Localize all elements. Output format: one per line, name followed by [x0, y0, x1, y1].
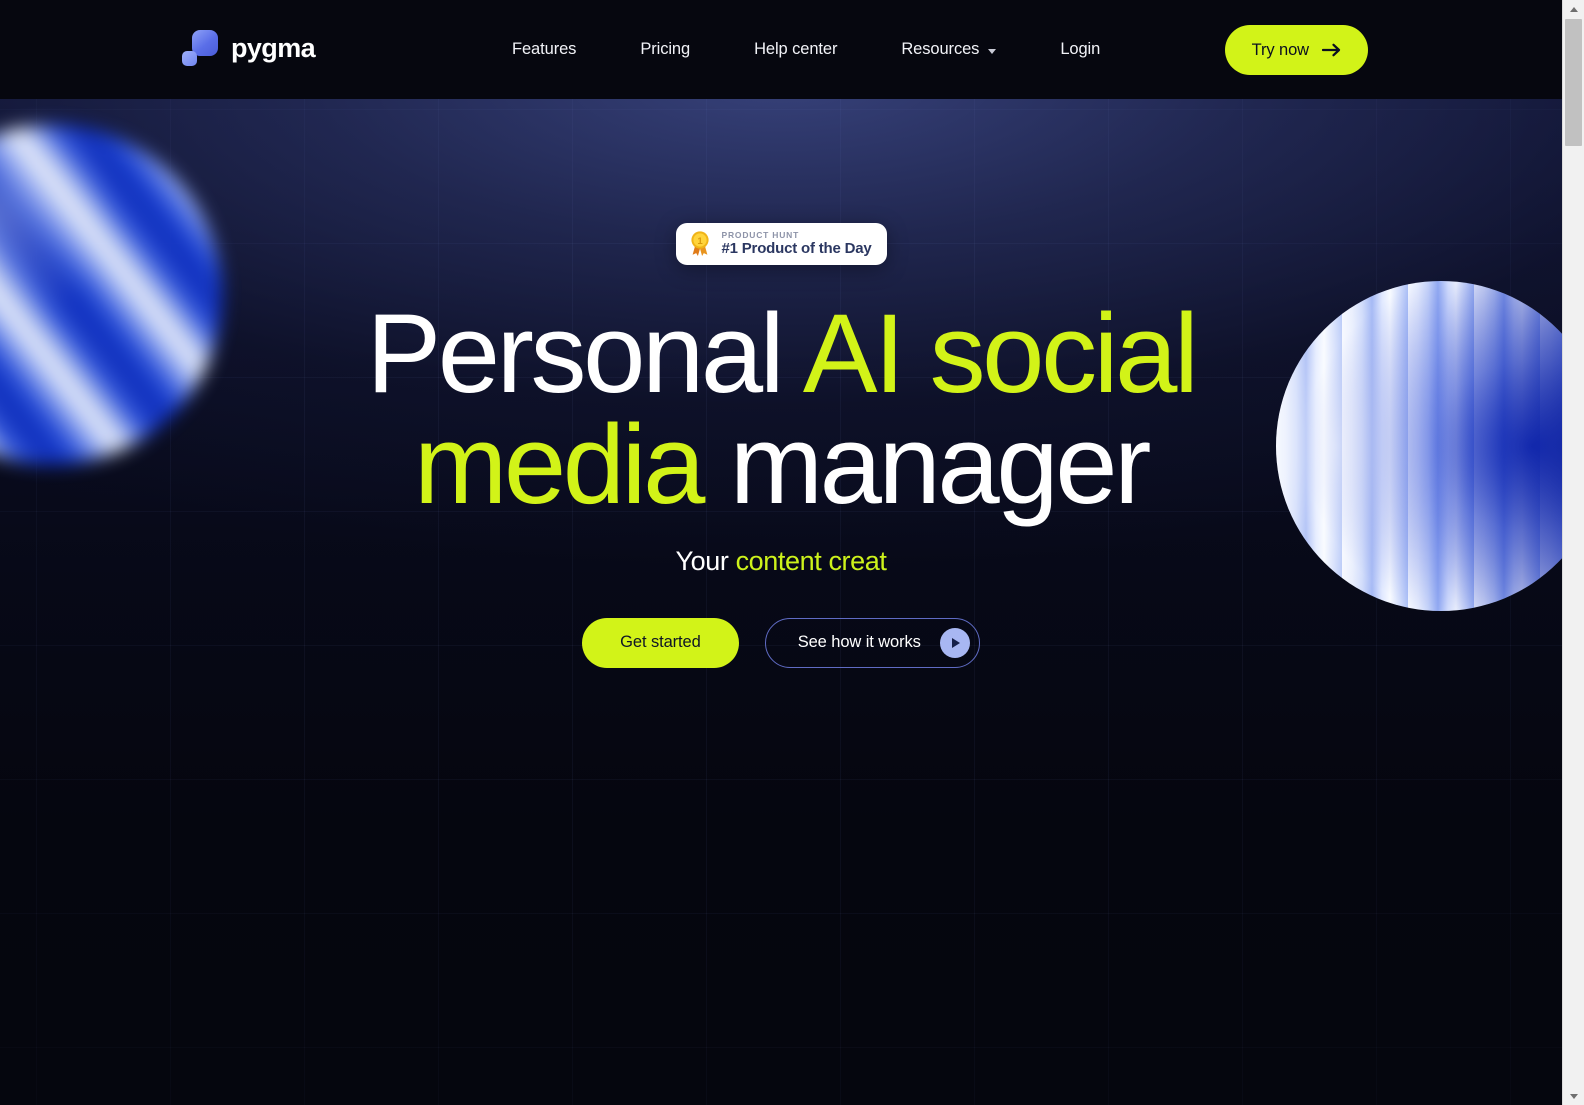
- scroll-up-button[interactable]: [1563, 0, 1584, 18]
- product-hunt-text: PRODUCT HUNT #1 Product of the Day: [722, 231, 872, 258]
- product-hunt-medal-icon: 1: [690, 231, 709, 256]
- play-triangle: [951, 637, 960, 648]
- subhead-typed: content creat: [735, 545, 887, 576]
- hero-subheadline: Your content creat: [676, 546, 887, 577]
- vertical-scrollbar[interactable]: [1562, 0, 1584, 1105]
- nav-item-features[interactable]: Features: [512, 40, 608, 59]
- headline-part-3: media: [413, 401, 705, 527]
- headline-part-4: manager: [702, 401, 1152, 527]
- nav-label: Features: [512, 40, 577, 58]
- product-hunt-kicker: PRODUCT HUNT: [721, 229, 800, 240]
- scroll-down-button[interactable]: [1563, 1087, 1584, 1105]
- pygma-squares-logo-icon: [182, 30, 218, 66]
- product-hunt-badge[interactable]: 1 PRODUCT HUNT #1 Product of the Day: [675, 223, 887, 265]
- logo-square-small: [182, 51, 197, 66]
- try-now-button[interactable]: Try now: [1224, 25, 1368, 75]
- nav-label: Resources: [901, 40, 980, 58]
- chevron-down-icon: [988, 48, 997, 54]
- nav-item-pricing[interactable]: Pricing: [608, 40, 722, 59]
- nav-label: Login: [1060, 40, 1101, 58]
- primary-navigation: Features Pricing Help center Resources L…: [512, 0, 1132, 99]
- nav-label: Help center: [754, 40, 838, 58]
- get-started-button[interactable]: Get started: [582, 617, 739, 668]
- see-how-it-works-button[interactable]: See how it works: [764, 617, 980, 668]
- nav-item-resources[interactable]: Resources: [869, 40, 1028, 59]
- scroll-up-arrow-icon: [1569, 6, 1578, 12]
- nav-item-login[interactable]: Login: [1028, 40, 1132, 59]
- scrollbar-thumb[interactable]: [1565, 19, 1582, 146]
- svg-text:1: 1: [697, 236, 703, 247]
- nav-item-help-center[interactable]: Help center: [722, 40, 869, 59]
- brand-logo[interactable]: pygma: [182, 30, 316, 66]
- subhead-static: Your: [675, 545, 736, 576]
- page-content: pygma Features Pricing Help center Resou…: [0, 0, 1562, 1105]
- brand-name: pygma: [231, 32, 316, 63]
- hero-action-buttons: Get started See how it works: [582, 617, 980, 668]
- headline-part-2: AI social: [802, 291, 1199, 416]
- hero-headline: Personal AI social media manager: [366, 298, 1198, 521]
- product-hunt-title: #1 Product of the Day: [721, 240, 872, 258]
- see-how-it-works-label: See how it works: [797, 633, 921, 652]
- site-header: pygma Features Pricing Help center Resou…: [0, 0, 1562, 99]
- scroll-down-arrow-icon: [1569, 1093, 1578, 1099]
- arrow-right-icon: [1322, 43, 1341, 57]
- try-now-label: Try now: [1251, 40, 1309, 59]
- nav-label: Pricing: [640, 40, 691, 58]
- hero-content: 1 PRODUCT HUNT #1 Product of the Day Per…: [0, 99, 1562, 668]
- hero-section: 1 PRODUCT HUNT #1 Product of the Day Per…: [0, 99, 1562, 1105]
- play-circle-icon: [939, 627, 970, 658]
- headline-part-1: Personal: [366, 291, 803, 416]
- browser-viewport: pygma Features Pricing Help center Resou…: [0, 0, 1584, 1105]
